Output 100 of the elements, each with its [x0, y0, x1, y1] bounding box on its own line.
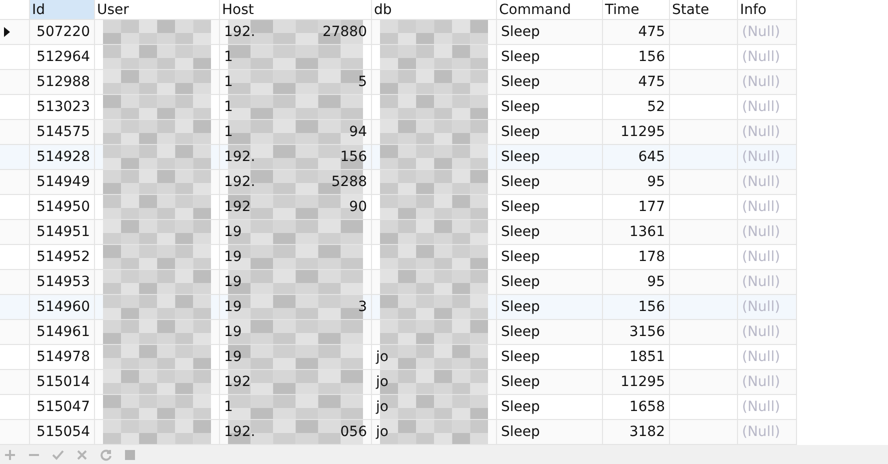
db-text: jo [376, 399, 388, 415]
id-text: 512964 [36, 49, 90, 65]
time-text: 11295 [620, 374, 665, 390]
host-text: 1 [224, 49, 233, 65]
time-text: 3182 [629, 424, 665, 440]
column-header[interactable]: Time [603, 0, 670, 20]
time-text: 177 [638, 199, 665, 215]
host-text: 5288 [331, 174, 367, 190]
time-text: 475 [638, 24, 665, 40]
host-text: 1 [224, 74, 233, 90]
id-text: 515047 [36, 399, 90, 415]
column-header[interactable]: User [95, 0, 220, 20]
id-text: 514978 [36, 349, 90, 365]
id-text: 514928 [36, 149, 90, 165]
id-text: 514949 [36, 174, 90, 190]
time-text: 11295 [620, 124, 665, 140]
time-text: 178 [638, 249, 665, 265]
host-text: 19 [224, 274, 242, 290]
host-text: 19 [224, 249, 242, 265]
check-icon[interactable] [52, 448, 64, 460]
host-text: 192 [224, 374, 251, 390]
time-text: 475 [638, 74, 665, 90]
command-text: Sleep [501, 99, 540, 115]
column-header[interactable]: Id [30, 0, 95, 20]
command-text: Sleep [501, 124, 540, 140]
time-text: 156 [638, 49, 665, 65]
host-text: 94 [349, 124, 367, 140]
host-text: 192. [224, 24, 256, 40]
command-text: Sleep [501, 224, 540, 240]
command-text: Sleep [501, 49, 540, 65]
host-text: 27880 [322, 24, 367, 40]
db-text: jo [376, 374, 388, 390]
command-text: Sleep [501, 249, 540, 265]
command-text: Sleep [501, 374, 540, 390]
info-text: (Null) [742, 349, 780, 365]
column-header[interactable]: db [372, 0, 497, 20]
command-text: Sleep [501, 174, 540, 190]
command-text: Sleep [501, 299, 540, 315]
column-header[interactable]: Info [738, 0, 797, 20]
host-text: 19 [224, 324, 242, 340]
command-text: Sleep [501, 274, 540, 290]
close-icon[interactable] [76, 448, 88, 460]
refresh-icon[interactable] [100, 448, 112, 460]
host-text: 19 [224, 224, 242, 240]
info-text: (Null) [742, 299, 780, 315]
info-text: (Null) [742, 74, 780, 90]
info-text: (Null) [742, 199, 780, 215]
time-text: 3156 [629, 324, 665, 340]
host-text: 1 [224, 124, 233, 140]
id-text: 514953 [36, 274, 90, 290]
host-text: 056 [340, 424, 367, 440]
column-header[interactable]: Command [497, 0, 603, 20]
info-text: (Null) [742, 174, 780, 190]
command-text: Sleep [501, 399, 540, 415]
time-text: 1658 [629, 399, 665, 415]
host-text: 192. [224, 424, 256, 440]
add-icon[interactable] [4, 448, 16, 460]
host-text: 192. [224, 149, 256, 165]
host-text: 3 [358, 299, 367, 315]
id-text: 514950 [36, 199, 90, 215]
host-text: 19 [224, 349, 242, 365]
id-text: 515014 [36, 374, 90, 390]
host-text: 192. [224, 174, 256, 190]
host-text: 192 [224, 199, 251, 215]
host-text: 5 [358, 74, 367, 90]
info-text: (Null) [742, 274, 780, 290]
info-text: (Null) [742, 99, 780, 115]
host-text: 1 [224, 399, 233, 415]
info-text: (Null) [742, 324, 780, 340]
info-text: (Null) [742, 249, 780, 265]
host-text: 90 [349, 199, 367, 215]
info-text: (Null) [742, 374, 780, 390]
id-text: 513023 [36, 99, 90, 115]
db-text: jo [376, 349, 388, 365]
command-text: Sleep [501, 349, 540, 365]
command-text: Sleep [501, 74, 540, 90]
command-text: Sleep [501, 24, 540, 40]
db-text: jo [376, 424, 388, 440]
info-text: (Null) [742, 149, 780, 165]
info-text: (Null) [742, 49, 780, 65]
host-text: 156 [340, 149, 367, 165]
time-text: 52 [647, 99, 665, 115]
command-text: Sleep [501, 199, 540, 215]
id-text: 514575 [36, 124, 90, 140]
column-header[interactable]: Host [220, 0, 372, 20]
command-text: Sleep [501, 424, 540, 440]
time-text: 95 [647, 174, 665, 190]
time-text: 1851 [629, 349, 665, 365]
host-text: 1 [224, 99, 233, 115]
info-text: (Null) [742, 399, 780, 415]
command-text: Sleep [501, 324, 540, 340]
column-header[interactable]: State [670, 0, 738, 20]
id-text: 514951 [36, 224, 90, 240]
info-text: (Null) [742, 24, 780, 40]
command-text: Sleep [501, 149, 540, 165]
time-text: 95 [647, 274, 665, 290]
id-text: 512988 [36, 74, 90, 90]
id-text: 514952 [36, 249, 90, 265]
info-text: (Null) [742, 224, 780, 240]
stop-icon[interactable] [124, 448, 136, 460]
